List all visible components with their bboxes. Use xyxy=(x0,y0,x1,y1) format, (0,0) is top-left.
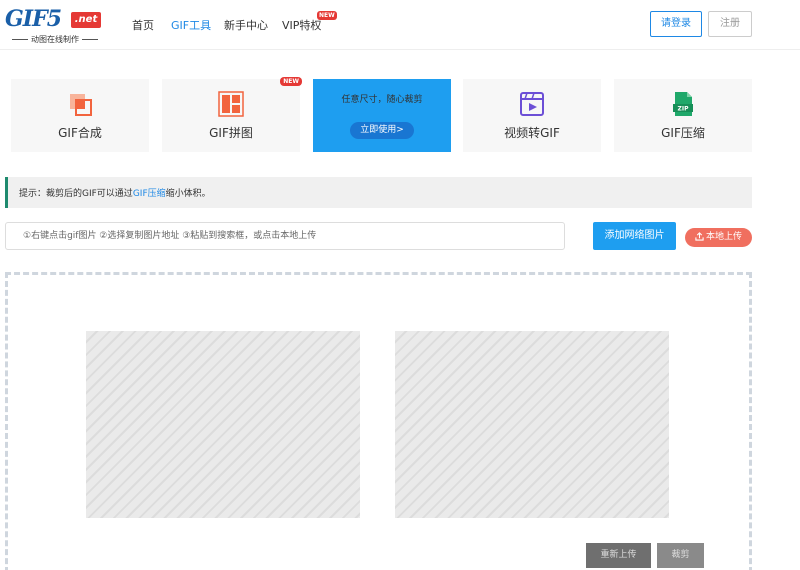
tip-prefix: 提示：裁剪后的GIF可以通过 xyxy=(19,189,133,199)
tool-card-video-to-gif[interactable]: 视频转GIF xyxy=(463,79,601,152)
source-image-placeholder xyxy=(86,331,360,518)
logo-tagline: 动图在线制作 xyxy=(5,34,105,45)
header: GIF5 .net 动图在线制作 首页 GIF工具 新手中心 VIP特权 NEW… xyxy=(0,0,800,50)
image-url-input[interactable] xyxy=(5,222,565,250)
tool-hint: 任意尺寸，随心裁剪 xyxy=(341,95,423,105)
logo-text: GIF5 xyxy=(5,6,62,32)
nav-beginner-center[interactable]: 新手中心 xyxy=(224,17,268,33)
tool-label: 视频转GIF xyxy=(504,126,560,140)
tool-label: GIF合成 xyxy=(58,126,102,140)
gif-merge-icon xyxy=(70,94,92,116)
nav-gif-tools[interactable]: GIF工具 xyxy=(171,17,211,33)
reupload-button[interactable]: 重新上传 xyxy=(586,543,651,568)
zip-icon: ZIP xyxy=(673,92,693,116)
tool-card-gif-collage[interactable]: GIF拼图 NEW xyxy=(162,77,302,152)
tool-card-gif-crop[interactable]: 任意尺寸，随心裁剪 立即使用> xyxy=(313,79,451,152)
nav-vip[interactable]: VIP特权 xyxy=(282,17,321,33)
logo[interactable]: GIF5 .net 动图在线制作 xyxy=(5,8,105,44)
tool-label: GIF压缩 xyxy=(661,126,705,140)
nav-home[interactable]: 首页 xyxy=(132,17,154,33)
crop-button[interactable]: 裁剪 xyxy=(657,543,704,568)
svg-text:ZIP: ZIP xyxy=(678,106,690,113)
vip-new-badge: NEW xyxy=(317,11,337,20)
preview-image-placeholder xyxy=(395,331,669,518)
local-upload-button[interactable]: 本地上传 xyxy=(685,228,752,247)
local-upload-label: 本地上传 xyxy=(705,232,742,242)
tip-bar: 提示：裁剪后的GIF可以通过GIF压缩缩小体积。 xyxy=(5,177,752,208)
gif-collage-icon xyxy=(218,91,244,117)
register-button[interactable]: 注册 xyxy=(708,11,752,37)
use-now-button[interactable]: 立即使用> xyxy=(350,122,414,139)
tip-text: 提示：裁剪后的GIF可以通过GIF压缩缩小体积。 xyxy=(19,186,211,199)
tool-card-gif-compress[interactable]: ZIP GIF压缩 xyxy=(614,79,752,152)
video-to-gif-icon xyxy=(520,92,544,116)
tool-card-gif-merge[interactable]: GIF合成 xyxy=(11,79,149,152)
logo-net-badge: .net xyxy=(71,12,101,28)
tip-compress-link[interactable]: GIF压缩 xyxy=(133,189,166,199)
tool-label: GIF拼图 xyxy=(209,126,253,140)
add-network-image-button[interactable]: 添加网络图片 xyxy=(593,222,676,250)
new-badge: NEW xyxy=(280,77,302,86)
tip-suffix: 缩小体积。 xyxy=(165,189,211,199)
login-button[interactable]: 请登录 xyxy=(650,11,702,37)
upload-icon xyxy=(695,232,704,241)
